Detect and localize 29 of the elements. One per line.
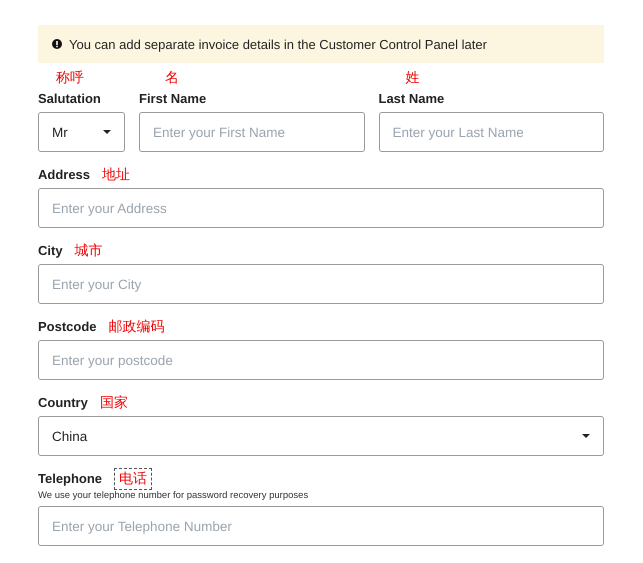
input-field[interactable]: Enter your Address xyxy=(38,188,604,228)
alert-icon xyxy=(52,39,62,49)
select-field[interactable]: Mr xyxy=(38,112,125,152)
annotation-text: 邮政编码 xyxy=(108,318,165,336)
field-label: Country xyxy=(38,395,88,410)
notice-text: You can add separate invoice details in the Customer Control Panel later xyxy=(69,36,487,52)
field-label: Telephone xyxy=(38,471,102,486)
input-field[interactable]: Enter your Telephone Number xyxy=(38,506,604,546)
annotation-text: 国家 xyxy=(100,394,128,412)
caret-icon xyxy=(103,130,111,134)
help-text: We use your telephone number for password recovery purposes xyxy=(38,490,310,501)
input-field[interactable]: Enter your Last Name xyxy=(378,112,604,152)
annotation-text: 地址 xyxy=(102,166,130,184)
annotation-text: 城市 xyxy=(74,242,103,260)
field-label: City xyxy=(38,243,63,258)
input-field[interactable]: Enter your City xyxy=(38,264,604,304)
annotation-text: 电话 xyxy=(114,468,152,490)
annotation-text: 名 xyxy=(165,70,179,86)
caret-icon xyxy=(582,434,590,438)
annotation-text: 称呼 xyxy=(56,70,84,86)
input-field[interactable]: Enter your postcode xyxy=(38,340,604,380)
field-label: Salutation xyxy=(38,91,101,106)
field-label: Postcode xyxy=(38,319,97,334)
field-label: Address xyxy=(38,167,90,182)
select-field[interactable]: China xyxy=(38,416,604,456)
field-label: Last Name xyxy=(378,91,444,106)
field-label: First Name xyxy=(139,91,206,106)
annotation-text: 姓 xyxy=(406,70,420,86)
input-field[interactable]: Enter your First Name xyxy=(139,112,364,152)
